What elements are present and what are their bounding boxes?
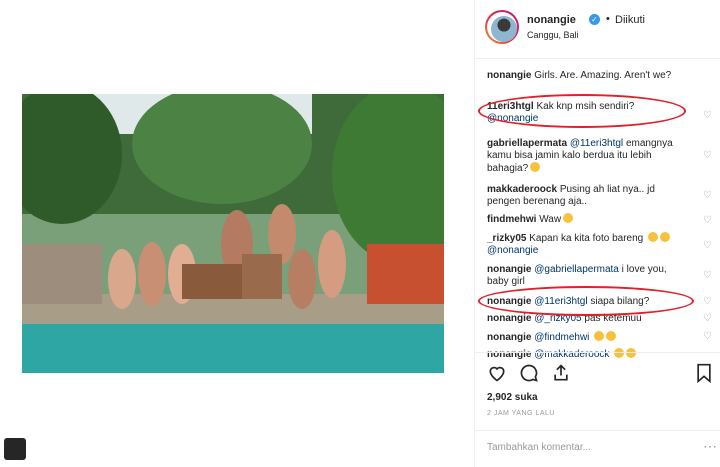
comment: nonangie @findmehwi (487, 331, 687, 344)
emoji-icon (594, 331, 605, 341)
comment-mention[interactable]: @gabriellapermata (534, 264, 619, 275)
comment-mention[interactable]: @11eri3htgl (570, 138, 623, 149)
post-sidebar: nonangie ✓ • Diikuti Canggu, Bali nonang… (474, 0, 720, 467)
more-icon[interactable]: ⋯ (703, 438, 717, 455)
comment: makkaderoock Pusing ah liat nya.. jd pen… (487, 184, 687, 208)
heart-icon[interactable]: ♡ (703, 190, 712, 201)
comment-user[interactable]: nonangie (487, 70, 531, 81)
follow-button[interactable]: Diikuti (615, 14, 645, 26)
comment-mention[interactable]: @findmehwi (534, 332, 589, 343)
highlight-oval (478, 286, 694, 316)
share-icon[interactable] (551, 363, 571, 383)
location-link[interactable]: Canggu, Bali (527, 30, 579, 40)
comment-user[interactable]: findmehwi (487, 214, 536, 225)
highlight-oval (478, 94, 686, 128)
username[interactable]: nonangie (527, 14, 576, 26)
comment-input[interactable]: Tambahkan komentar... (487, 442, 591, 453)
bookmark-icon[interactable] (695, 363, 713, 383)
heart-icon[interactable]: ♡ (703, 215, 712, 226)
emoji-icon (660, 232, 671, 242)
comment-text: Kapan ka kita foto bareng (529, 233, 644, 244)
comment: _rizky05 Kapan ka kita foto bareng @nona… (487, 232, 687, 257)
emoji-icon (606, 331, 617, 341)
emoji-icon (614, 348, 625, 358)
emoji-icon (563, 213, 574, 223)
comment-user[interactable]: makkaderoock (487, 184, 557, 195)
heart-icon[interactable]: ♡ (703, 331, 712, 342)
comment-mention[interactable]: @nonangie (487, 245, 538, 256)
comment: nonangie @gabriellapermata i love you, b… (487, 264, 687, 288)
heart-icon[interactable]: ♡ (703, 240, 712, 251)
heart-icon[interactable]: ♡ (703, 313, 712, 324)
profile-corner-icon[interactable] (4, 438, 26, 460)
emoji-icon (530, 162, 541, 172)
emoji-icon (626, 348, 637, 358)
likes-count[interactable]: 2,902 suka (487, 392, 538, 403)
comment-user[interactable]: nonangie (487, 264, 531, 275)
verified-icon: ✓ (589, 14, 600, 25)
comment-mention[interactable]: @makkaderoock (534, 349, 609, 360)
post-photo[interactable] (22, 94, 444, 373)
photo-scene (22, 94, 444, 373)
comment-icon[interactable] (519, 363, 539, 383)
comment-user[interactable]: nonangie (487, 349, 531, 360)
separator-dot: • (606, 13, 610, 25)
comment: nonangie @makkaderoock (487, 348, 687, 361)
avatar[interactable] (485, 10, 519, 44)
heart-icon[interactable]: ♡ (703, 150, 712, 161)
comment-user[interactable]: nonangie (487, 313, 531, 324)
comment: nonangie Girls. Are. Amazing. Aren't we? (487, 70, 687, 82)
post-timestamp: 2 JAM YANG LALU (487, 410, 555, 417)
action-bar (475, 352, 720, 383)
heart-icon[interactable]: ♡ (703, 110, 712, 121)
comment: gabriellapermata @11eri3htgl emangnya ka… (487, 138, 687, 175)
heart-icon[interactable]: ♡ (703, 270, 712, 281)
comment-text: Girls. Are. Amazing. Aren't we? (534, 70, 672, 81)
comment-user[interactable]: nonangie (487, 332, 531, 343)
comment-user[interactable]: gabriellapermata (487, 138, 567, 149)
emoji-icon (648, 232, 659, 242)
comment: findmehwi Waw (487, 213, 687, 226)
comment-text: Waw (539, 214, 562, 225)
add-comment-bar (475, 430, 720, 431)
heart-icon[interactable] (487, 363, 507, 383)
heart-icon[interactable]: ♡ (703, 296, 712, 307)
comment-user[interactable]: _rizky05 (487, 233, 526, 244)
post-header: nonangie ✓ • Diikuti Canggu, Bali (475, 0, 720, 59)
